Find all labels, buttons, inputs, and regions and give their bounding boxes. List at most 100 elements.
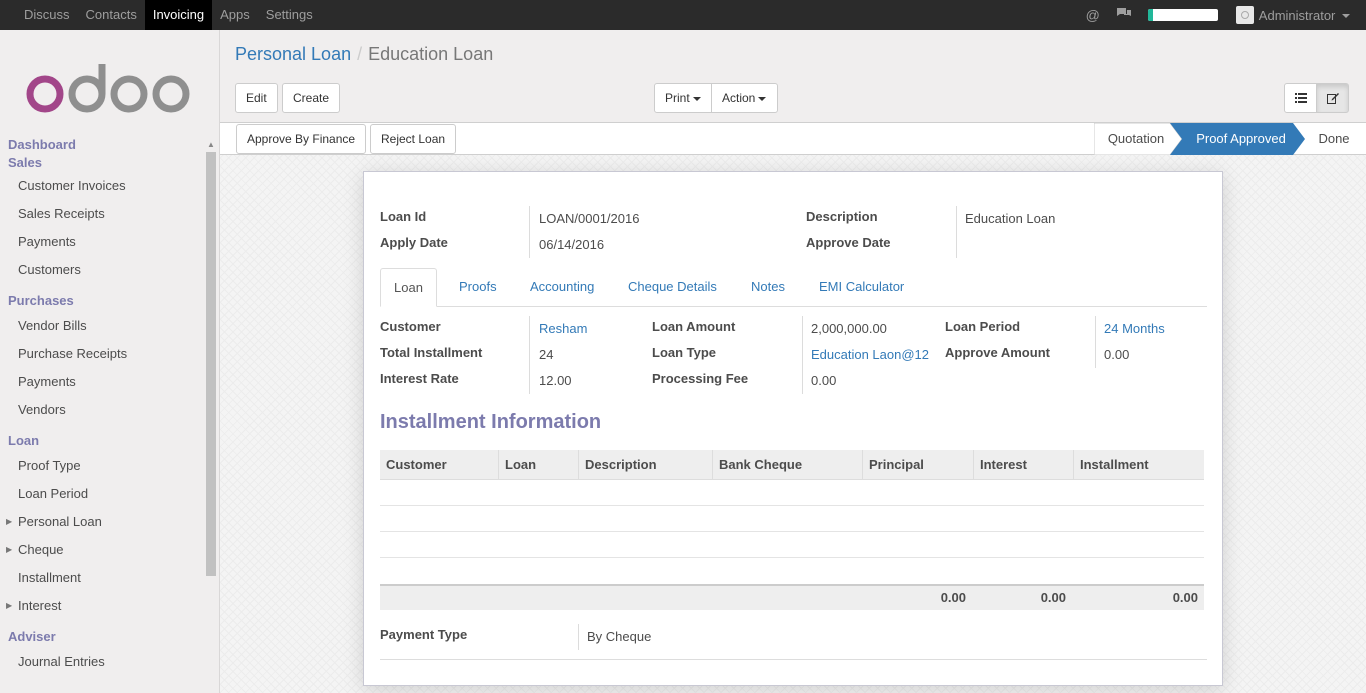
table-header: Customer Loan Description Bank Cheque Pr… — [380, 450, 1204, 480]
menu-discuss[interactable]: Discuss — [16, 0, 78, 30]
list-icon — [1294, 93, 1307, 103]
col-principal[interactable]: Principal — [862, 450, 973, 480]
chevron-down-icon — [758, 96, 767, 101]
tab-cheque-details[interactable]: Cheque Details — [615, 268, 730, 307]
divider — [802, 316, 803, 394]
app-menu: Discuss Contacts Invoicing Apps Settings — [16, 0, 321, 30]
divider — [1095, 316, 1096, 368]
divider — [578, 624, 579, 650]
customer-value[interactable]: Resham — [539, 321, 587, 336]
form-view-button[interactable] — [1316, 83, 1349, 113]
user-name: Administrator — [1258, 7, 1336, 23]
sidebar-item-journal-entries[interactable]: Journal Entries — [0, 648, 204, 676]
tab-accounting[interactable]: Accounting — [517, 268, 607, 307]
loan-period-value[interactable]: 24 Months — [1104, 321, 1165, 336]
total-principal: 0.00 — [940, 590, 966, 605]
user-menu[interactable]: Administrator — [1259, 8, 1350, 23]
sidebar-menu: Dashboard Sales Customer Invoices Sales … — [0, 136, 204, 676]
tab-emi-calculator[interactable]: EMI Calculator — [806, 268, 917, 307]
tab-notes[interactable]: Notes — [738, 268, 798, 307]
breadcrumb-parent[interactable]: Personal Loan — [235, 44, 351, 64]
sidebar-item-vendors[interactable]: Vendors — [0, 396, 204, 424]
tab-loan[interactable]: Loan — [380, 268, 437, 307]
sidebar-item-proof-type[interactable]: Proof Type — [0, 452, 204, 480]
tab-proofs[interactable]: Proofs — [446, 268, 510, 307]
table-footer: 0.00 0.00 0.00 — [380, 584, 1204, 610]
sidebar-item-loan-period[interactable]: Loan Period — [0, 480, 204, 508]
menu-settings[interactable]: Settings — [258, 0, 321, 30]
sidebar-item-payments[interactable]: Payments — [0, 368, 204, 396]
section-loan[interactable]: Loan — [0, 429, 204, 452]
chevron-down-icon — [1342, 14, 1350, 19]
edit-icon — [1326, 93, 1339, 104]
section-purchases[interactable]: Purchases — [0, 289, 204, 312]
breadcrumb: Personal Loan / Education Loan — [235, 44, 493, 65]
col-interest[interactable]: Interest — [973, 450, 1073, 480]
table-row — [380, 558, 1204, 584]
menu-apps[interactable]: Apps — [212, 0, 258, 30]
processing-fee-value: 0.00 — [811, 373, 837, 388]
create-button[interactable]: Create — [282, 83, 341, 113]
stage-proof-approved[interactable]: Proof Approved — [1170, 123, 1305, 155]
installment-title: Installment Information — [380, 411, 602, 433]
col-loan[interactable]: Loan — [498, 450, 578, 480]
sidebar-item-personal-loan[interactable]: ▶ Personal Loan — [0, 508, 204, 536]
control-panel: Personal Loan / Education Loan Edit Create… — [220, 30, 1366, 123]
stage-label: Quotation — [1108, 131, 1164, 146]
sidebar-item-vendor-bills[interactable]: Vendor Bills — [0, 312, 204, 340]
section-adviser[interactable]: Adviser — [0, 625, 204, 648]
sidebar-item-purchase-receipts[interactable]: Purchase Receipts — [0, 340, 204, 368]
approve-amount-value: 0.00 — [1104, 347, 1130, 362]
stage-done[interactable]: Done — [1318, 131, 1349, 146]
avatar[interactable] — [1235, 6, 1254, 24]
action-label: Action — [722, 91, 756, 105]
status-bar: Approve By Finance Reject Loan Quotation… — [220, 123, 1366, 155]
col-installment[interactable]: Installment — [1073, 450, 1204, 480]
section-dashboard[interactable]: Dashboard — [0, 136, 204, 154]
loan-type-value[interactable]: Education Laon@12 — [811, 347, 929, 362]
action-dropdown[interactable]: Action — [711, 83, 778, 113]
stage-quotation[interactable]: Quotation — [1094, 123, 1183, 155]
col-description[interactable]: Description — [578, 450, 712, 480]
edit-button[interactable]: Edit — [235, 83, 278, 113]
col-customer[interactable]: Customer — [380, 450, 498, 480]
sidebar-scrollbar[interactable]: ▲ — [205, 140, 217, 580]
sidebar-item-sales-receipts[interactable]: Sales Receipts — [0, 200, 204, 228]
total-installment-label: Total Installment — [380, 345, 483, 360]
col-bank-cheque[interactable]: Bank Cheque — [712, 450, 862, 480]
total-installment-value: 24 — [539, 347, 554, 362]
section-sales[interactable]: Sales — [0, 154, 204, 172]
table-row — [380, 506, 1204, 532]
installment-table: Customer Loan Description Bank Cheque Pr… — [380, 450, 1204, 610]
chat-icon[interactable] — [1116, 0, 1132, 30]
caret-right-icon: ▶ — [6, 601, 13, 610]
stage-pipeline: Quotation Proof Approved Done — [1094, 123, 1350, 155]
scrollbar-thumb[interactable] — [206, 152, 216, 576]
sidebar-item-cheque[interactable]: ▶ Cheque — [0, 536, 204, 564]
print-dropdown[interactable]: Print — [654, 83, 712, 113]
caret-right-icon: ▶ — [6, 517, 13, 526]
menu-invoicing[interactable]: Invoicing — [144, 0, 213, 30]
sidebar-item-label: Personal Loan — [18, 514, 102, 529]
menu-contacts[interactable]: Contacts — [78, 0, 145, 30]
table-row — [380, 480, 1204, 506]
sidebar-item-installment[interactable]: Installment — [0, 564, 204, 592]
sidebar-item-interest[interactable]: ▶ Interest — [0, 592, 204, 620]
sidebar-item-customers[interactable]: Customers — [0, 256, 204, 284]
divider — [956, 206, 957, 258]
reject-loan-button[interactable]: Reject Loan — [370, 124, 457, 154]
approve-by-finance-button[interactable]: Approve By Finance — [236, 124, 367, 154]
processing-fee-label: Processing Fee — [652, 371, 749, 386]
list-view-button[interactable] — [1284, 83, 1317, 113]
sidebar-item-customer-invoices[interactable]: Customer Invoices — [0, 172, 204, 200]
total-installment: 0.00 — [1172, 590, 1198, 605]
loan-type-label: Loan Type — [652, 345, 717, 360]
sidebar-item-label: Cheque — [18, 542, 64, 557]
progress-bar — [1147, 9, 1218, 21]
at-icon[interactable]: @ — [1086, 0, 1100, 30]
loan-period-label: Loan Period — [945, 319, 1021, 334]
sidebar-item-payments[interactable]: Payments — [0, 228, 204, 256]
divider — [529, 206, 530, 258]
stage-label: Done — [1318, 131, 1349, 146]
scroll-up-icon[interactable]: ▲ — [207, 140, 215, 149]
